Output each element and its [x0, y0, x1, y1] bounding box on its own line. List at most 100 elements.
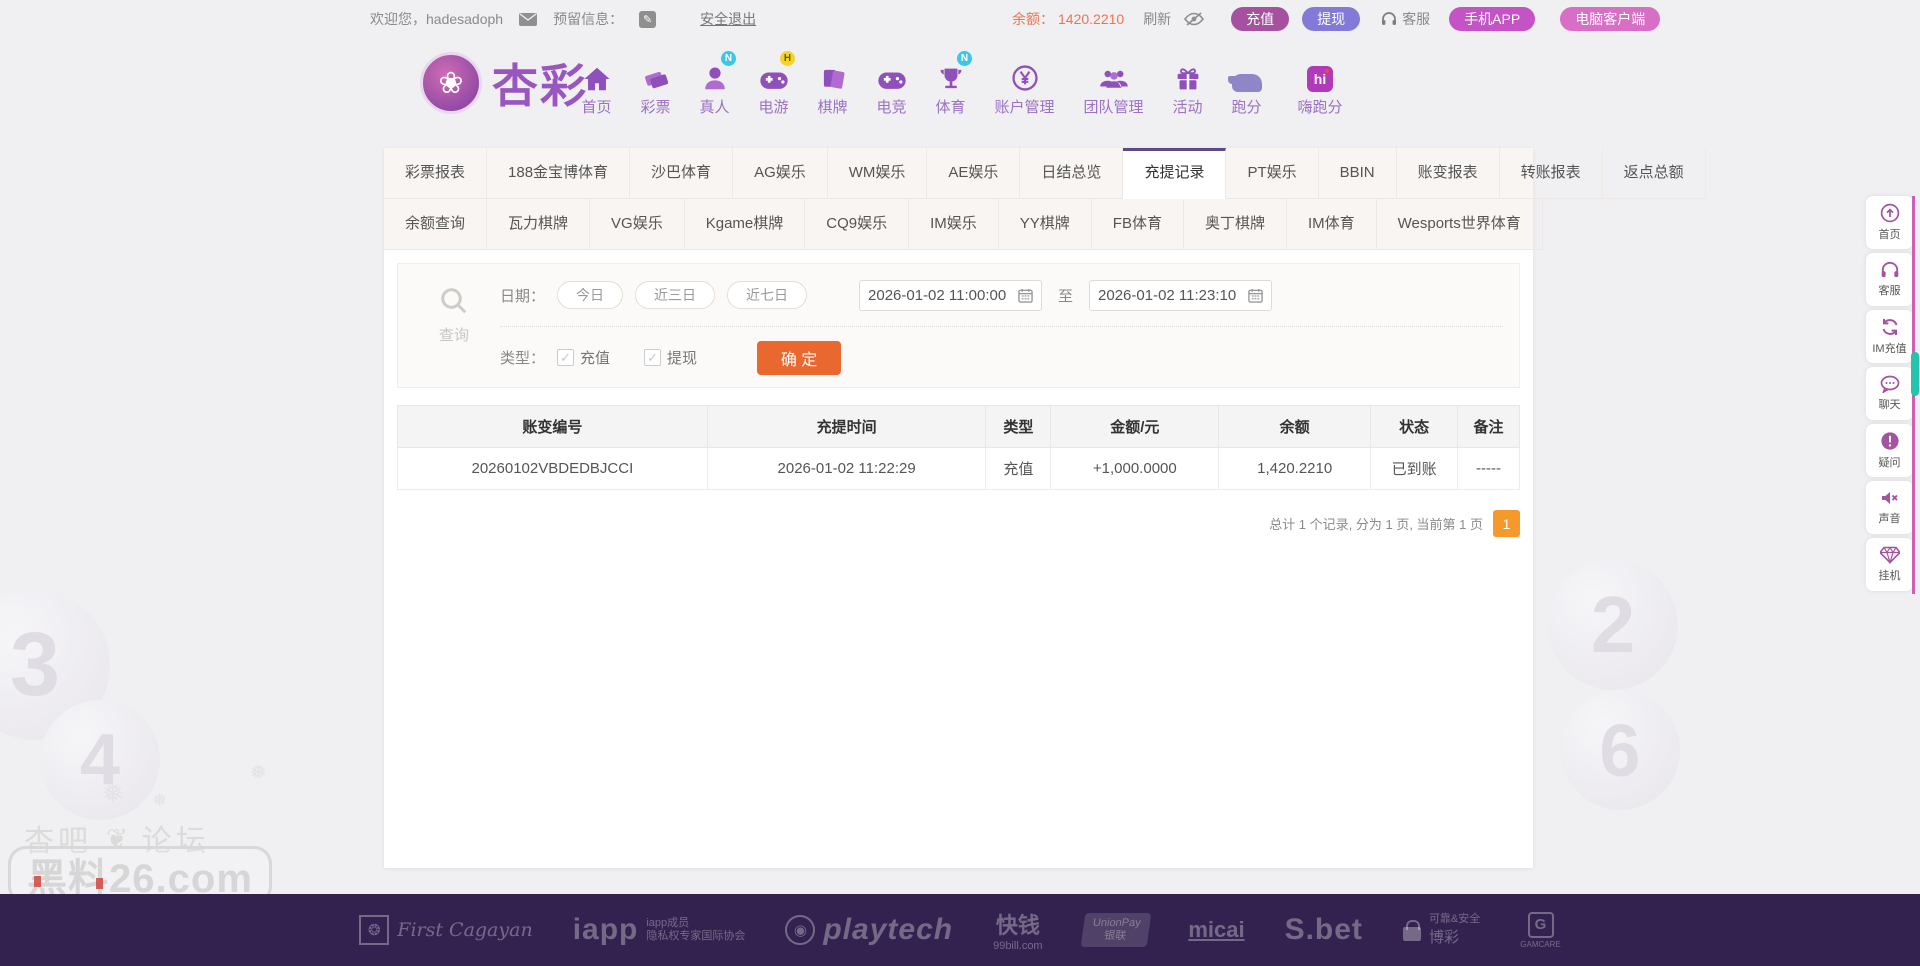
deposit-button[interactable]: 充值: [1231, 7, 1289, 31]
calendar-icon[interactable]: [1018, 288, 1033, 303]
nav-item-sports[interactable]: N 体育: [921, 55, 980, 117]
checkbox-checked-icon[interactable]: ✓: [644, 349, 661, 366]
rail-customer-service[interactable]: 客服: [1866, 253, 1913, 306]
tab-account-change-report[interactable]: 账变报表: [1397, 148, 1500, 199]
topbar-left: 欢迎您，hadesadoph 预留信息： ✎ 安全退出: [370, 0, 756, 38]
nav-item-home[interactable]: 首页: [567, 55, 626, 117]
headset-icon: [1381, 12, 1397, 26]
nav-item-paofen[interactable]: 跑分: [1217, 55, 1276, 117]
rail-back-to-top[interactable]: 首页: [1866, 196, 1913, 249]
tab-pt[interactable]: PT娱乐: [1226, 148, 1318, 199]
tab-rebate-total[interactable]: 返点总额: [1603, 148, 1706, 199]
envelope-icon[interactable]: [519, 13, 537, 26]
date-from-input[interactable]: 2026-01-02 11:00:00: [859, 280, 1042, 311]
nav-item-cards[interactable]: 棋牌: [803, 55, 862, 117]
logo-unionpay: UnionPay 银联: [1083, 913, 1149, 947]
tab-ag[interactable]: AG娱乐: [733, 148, 828, 199]
cell-status: 已到账: [1371, 448, 1458, 490]
footer-logos: ❂ First Cagayan iapp iapp成员 隐私权专家国际协会 ◉ …: [0, 894, 1920, 966]
message-label: 预留信息：: [553, 9, 623, 29]
balance-value: 1420.2210: [1058, 11, 1124, 27]
refresh-icon: [1880, 317, 1900, 337]
service-link[interactable]: 客服: [1402, 9, 1430, 29]
main-nav: 首页 彩票 N 真人 H 电游 棋牌 电竞 N 体育 账户管理 团队管理 活动: [567, 55, 1364, 117]
range-3days-button[interactable]: 近三日: [635, 281, 715, 309]
home-icon: [583, 58, 611, 92]
tab-aoding[interactable]: 奥丁棋牌: [1184, 199, 1287, 250]
type-filter-row: 类型： ✓ 充值 ✓ 提现 确 定: [500, 326, 1503, 388]
cell-remark: -----: [1458, 448, 1520, 490]
calendar-icon[interactable]: [1248, 288, 1263, 303]
nav-item-lottery[interactable]: 彩票: [626, 55, 685, 117]
withdraw-checkbox[interactable]: ✓ 提现: [644, 347, 697, 368]
coin-yen-icon: [1011, 58, 1039, 92]
pagination: 总计 1 个记录, 分为 1 页, 当前第 1 页 1: [1269, 510, 1520, 537]
tab-fb-sports[interactable]: FB体育: [1092, 199, 1184, 250]
col-amount: 金额/元: [1051, 406, 1219, 448]
page-1-button[interactable]: 1: [1493, 510, 1520, 537]
pc-client-button[interactable]: 电脑客户端: [1560, 7, 1660, 31]
confirm-button[interactable]: 确 定: [757, 341, 841, 375]
snowflake-icon: ❅: [102, 778, 124, 809]
tab-bbin[interactable]: BBIN: [1319, 148, 1397, 199]
eye-slash-icon[interactable]: [1184, 12, 1204, 26]
cell-time: 2026-01-02 11:22:29: [707, 448, 986, 490]
tab-wm[interactable]: WM娱乐: [828, 148, 928, 199]
tab-deposit-withdraw-records[interactable]: 充提记录: [1123, 148, 1226, 199]
deposit-checkbox[interactable]: ✓ 充值: [557, 347, 610, 368]
snowflake-icon: ❅: [152, 790, 167, 811]
search-filter-box: 查询 日期： 今日 近三日 近七日 2026-01-02 11:00:00 至 …: [397, 263, 1520, 388]
edit-icon[interactable]: ✎: [639, 11, 656, 28]
range-today-button[interactable]: 今日: [557, 281, 623, 309]
watermark-red-mark: [96, 878, 103, 889]
padlock-icon: [1403, 927, 1421, 941]
tab-ae[interactable]: AE娱乐: [927, 148, 1020, 199]
tab-wali[interactable]: 瓦力棋牌: [487, 199, 590, 250]
tab-balance-query[interactable]: 余额查询: [384, 199, 487, 250]
rail-idle[interactable]: 挂机: [1866, 538, 1913, 591]
nav-item-team[interactable]: 团队管理: [1069, 55, 1158, 117]
cell-type: 充值: [986, 448, 1051, 490]
range-7days-button[interactable]: 近七日: [727, 281, 807, 309]
nav-item-account[interactable]: 账户管理: [980, 55, 1069, 117]
tab-im[interactable]: IM娱乐: [909, 199, 999, 250]
date-to-input[interactable]: 2026-01-02 11:23:10: [1089, 280, 1272, 311]
date-to-label: 至: [1058, 285, 1073, 306]
checkbox-checked-icon[interactable]: ✓: [557, 349, 574, 366]
tab-cq9[interactable]: CQ9娱乐: [805, 199, 909, 250]
tab-daily-summary[interactable]: 日结总览: [1020, 148, 1123, 199]
nav-item-promos[interactable]: 活动: [1158, 55, 1217, 117]
main-panel: 彩票报表 188金宝博体育 沙巴体育 AG娱乐 WM娱乐 AE娱乐 日结总览 充…: [384, 148, 1533, 868]
rail-sound[interactable]: 声音: [1866, 481, 1913, 534]
tab-vg[interactable]: VG娱乐: [590, 199, 685, 250]
rail-im-recharge[interactable]: IM充值: [1866, 310, 1913, 363]
withdraw-button[interactable]: 提现: [1302, 7, 1360, 31]
tab-transfer-report[interactable]: 转账报表: [1500, 148, 1603, 199]
tab-yy[interactable]: YY棋牌: [999, 199, 1092, 250]
tab-im-sports[interactable]: IM体育: [1287, 199, 1377, 250]
gamepad-icon: [877, 58, 907, 92]
mobile-app-button[interactable]: 手机APP: [1449, 7, 1535, 31]
rail-chat[interactable]: 聊天: [1866, 367, 1913, 420]
logo-first-cagayan: ❂ First Cagayan: [359, 915, 532, 945]
rail-scroll-thumb[interactable]: [1911, 352, 1919, 396]
tab-saba-sports[interactable]: 沙巴体育: [630, 148, 733, 199]
refresh-link[interactable]: 刷新: [1143, 9, 1171, 29]
nav-item-live[interactable]: N 真人: [685, 55, 744, 117]
playing-cards-icon: [820, 58, 846, 92]
nav-item-esports[interactable]: 电竞: [862, 55, 921, 117]
nav-item-slots[interactable]: H 电游: [744, 55, 803, 117]
nav-item-hi-paofen[interactable]: hi 嗨跑分: [1276, 55, 1364, 117]
tab-lottery-report[interactable]: 彩票报表: [384, 148, 487, 199]
search-side-label: 查询: [422, 286, 486, 345]
tab-kgame[interactable]: Kgame棋牌: [685, 199, 806, 250]
site-logo[interactable]: ❀ 杏彩: [420, 50, 588, 116]
back-to-top-icon: [1880, 203, 1900, 223]
rail-question[interactable]: 疑问: [1866, 424, 1913, 477]
logo-sbet: S.bet: [1285, 913, 1363, 947]
col-remark: 备注: [1458, 406, 1520, 448]
logout-link[interactable]: 安全退出: [700, 9, 756, 29]
footer: ❂ First Cagayan iapp iapp成员 隐私权专家国际协会 ◉ …: [0, 894, 1920, 966]
tab-wesports[interactable]: Wesports世界体育: [1377, 199, 1543, 250]
tab-188-sports[interactable]: 188金宝博体育: [487, 148, 630, 199]
